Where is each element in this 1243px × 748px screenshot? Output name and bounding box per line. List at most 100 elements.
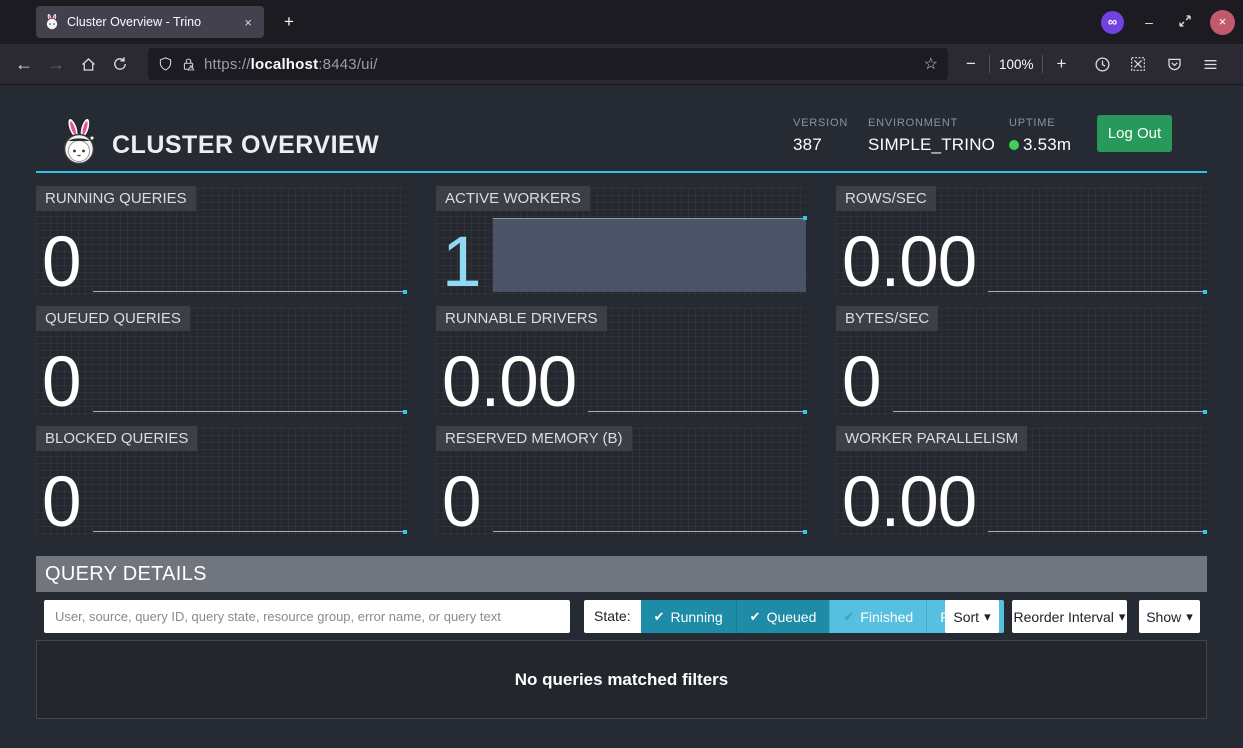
reorder-interval-dropdown[interactable]: Reorder Interval — [1012, 600, 1127, 633]
environment-value: SIMPLE_TRINO — [868, 135, 995, 155]
spark-endpoint-dot — [403, 290, 407, 294]
state-filter-label: State: — [584, 600, 641, 633]
stat-tile-runnable-drivers: RUNNABLE DRIVERS 0.00 — [436, 308, 807, 416]
window-minimize-button[interactable]: – — [1138, 14, 1160, 30]
blocked-queries-value: 0 — [42, 474, 81, 532]
clock-icon — [1094, 56, 1111, 73]
spark-endpoint-dot — [1203, 410, 1207, 414]
home-button[interactable] — [72, 49, 104, 79]
spark-endpoint-dot — [803, 410, 807, 414]
query-details-header: QUERY DETAILS — [36, 556, 1207, 592]
check-icon — [654, 608, 665, 625]
bytes-sec-value: 0 — [842, 354, 881, 412]
uptime-value: 3.53m — [1023, 135, 1071, 154]
url-text[interactable]: https://localhost:8443/ui/ — [204, 56, 916, 73]
browser-tab[interactable]: Cluster Overview - Trino × — [36, 6, 264, 38]
trino-favicon — [44, 14, 60, 30]
screenshot-button[interactable] — [1122, 49, 1154, 79]
state-filter-queued[interactable]: Queued — [736, 600, 830, 633]
active-workers-value[interactable]: 1 — [442, 234, 481, 292]
sparkline — [988, 219, 1206, 292]
query-search-input[interactable] — [44, 600, 570, 633]
tab-title: Cluster Overview - Trino — [67, 15, 233, 29]
stat-tile-queued-queries: QUEUED QUERIES 0 — [36, 308, 407, 416]
zoom-out-button[interactable]: − — [962, 54, 980, 74]
sparkline — [588, 339, 806, 412]
pocket-icon — [1166, 56, 1183, 73]
screenshot-scissors-icon — [1129, 55, 1147, 73]
zoom-in-button[interactable]: + — [1052, 54, 1070, 74]
sparkline — [893, 339, 1207, 412]
hamburger-menu-icon — [1202, 56, 1219, 73]
sparkline — [93, 459, 407, 532]
stat-tile-rows-sec: ROWS/SEC 0.00 — [836, 188, 1207, 296]
spark-endpoint-dot — [403, 410, 407, 414]
environment-block: ENVIRONMENT SIMPLE_TRINO — [868, 117, 995, 155]
empty-queries-message: No queries matched filters — [515, 670, 729, 690]
browser-navbar: ← → https://localhost:8443/ui/ ☆ − 100% … — [0, 44, 1243, 85]
reload-icon — [112, 56, 128, 72]
bookmark-star-icon[interactable]: ☆ — [924, 54, 938, 74]
stat-tile-blocked-queries: BLOCKED QUERIES 0 — [36, 428, 407, 536]
stat-tile-active-workers: ACTIVE WORKERS 1 — [436, 188, 807, 296]
state-filter-running[interactable]: Running — [641, 600, 736, 633]
spark-endpoint-dot — [1203, 290, 1207, 294]
stat-tile-bytes-sec: BYTES/SEC 0 — [836, 308, 1207, 416]
state-filter-finished[interactable]: Finished — [829, 600, 926, 633]
version-value: 387 — [793, 135, 848, 155]
chevron-down-icon — [1119, 608, 1126, 625]
sparkline — [93, 339, 407, 412]
window-restore-button[interactable] — [1174, 14, 1196, 31]
browser-titlebar: Cluster Overview - Trino × + ∞ – × — [0, 0, 1243, 44]
reload-button[interactable] — [104, 49, 136, 79]
version-block: VERSION 387 — [793, 117, 848, 155]
uptime-block: UPTIME 3.53m — [1009, 117, 1071, 155]
chevron-down-icon — [1186, 608, 1193, 625]
header-accent-rule — [36, 171, 1207, 173]
query-filter-toolbar: State: Running Queued Finished Failed So… — [36, 600, 1207, 633]
query-list-container: No queries matched filters — [36, 640, 1207, 719]
lock-warning-icon[interactable] — [181, 56, 196, 72]
sparkline — [988, 459, 1206, 532]
spark-endpoint-dot — [803, 216, 807, 220]
stat-tile-reserved-memory: RESERVED MEMORY (B) 0 — [436, 428, 807, 536]
stat-tile-running-queries: RUNNING QUERIES 0 — [36, 188, 407, 296]
stat-tile-worker-parallelism: WORKER PARALLELISM 0.00 — [836, 428, 1207, 536]
trino-bunny-logo — [58, 117, 100, 167]
logout-button[interactable]: Log Out — [1097, 115, 1172, 152]
show-dropdown[interactable]: Show — [1139, 600, 1200, 633]
sort-dropdown[interactable]: Sort — [945, 600, 999, 633]
forward-button[interactable]: → — [40, 49, 72, 79]
check-icon — [843, 608, 854, 625]
sparkline-filled — [493, 218, 807, 292]
window-close-button[interactable]: × — [1210, 10, 1235, 35]
reserved-memory-value: 0 — [442, 474, 481, 532]
back-button[interactable]: ← — [8, 49, 40, 79]
menu-button[interactable] — [1194, 49, 1226, 79]
uptime-status-dot — [1009, 140, 1019, 150]
pocket-button[interactable] — [1158, 49, 1190, 79]
queued-queries-value: 0 — [42, 354, 81, 412]
shield-permissions-icon[interactable] — [158, 56, 173, 72]
check-icon — [750, 608, 761, 625]
new-tab-button[interactable]: + — [276, 9, 302, 35]
spark-endpoint-dot — [1203, 530, 1207, 534]
page-title: CLUSTER OVERVIEW — [112, 131, 379, 160]
sparkline — [493, 459, 807, 532]
rows-sec-value: 0.00 — [842, 234, 976, 292]
running-queries-value: 0 — [42, 234, 81, 292]
spark-endpoint-dot — [403, 530, 407, 534]
restore-arrows-icon — [1178, 14, 1192, 28]
private-browsing-icon: ∞ — [1101, 11, 1124, 34]
sparkline — [93, 219, 407, 292]
cluster-stats-grid: RUNNING QUERIES 0 ACTIVE WORKERS 1 ROWS/… — [36, 188, 1207, 536]
home-icon — [80, 56, 97, 73]
tab-close-icon[interactable]: × — [240, 14, 256, 31]
history-button[interactable] — [1086, 49, 1118, 79]
url-bar[interactable]: https://localhost:8443/ui/ ☆ — [148, 48, 948, 80]
zoom-level[interactable]: 100% — [999, 57, 1034, 72]
trino-cluster-overview-page: CLUSTER OVERVIEW VERSION 387 ENVIRONMENT… — [0, 85, 1243, 748]
chevron-down-icon — [984, 608, 991, 625]
runnable-drivers-value: 0.00 — [442, 354, 576, 412]
worker-parallelism-value: 0.00 — [842, 474, 976, 532]
